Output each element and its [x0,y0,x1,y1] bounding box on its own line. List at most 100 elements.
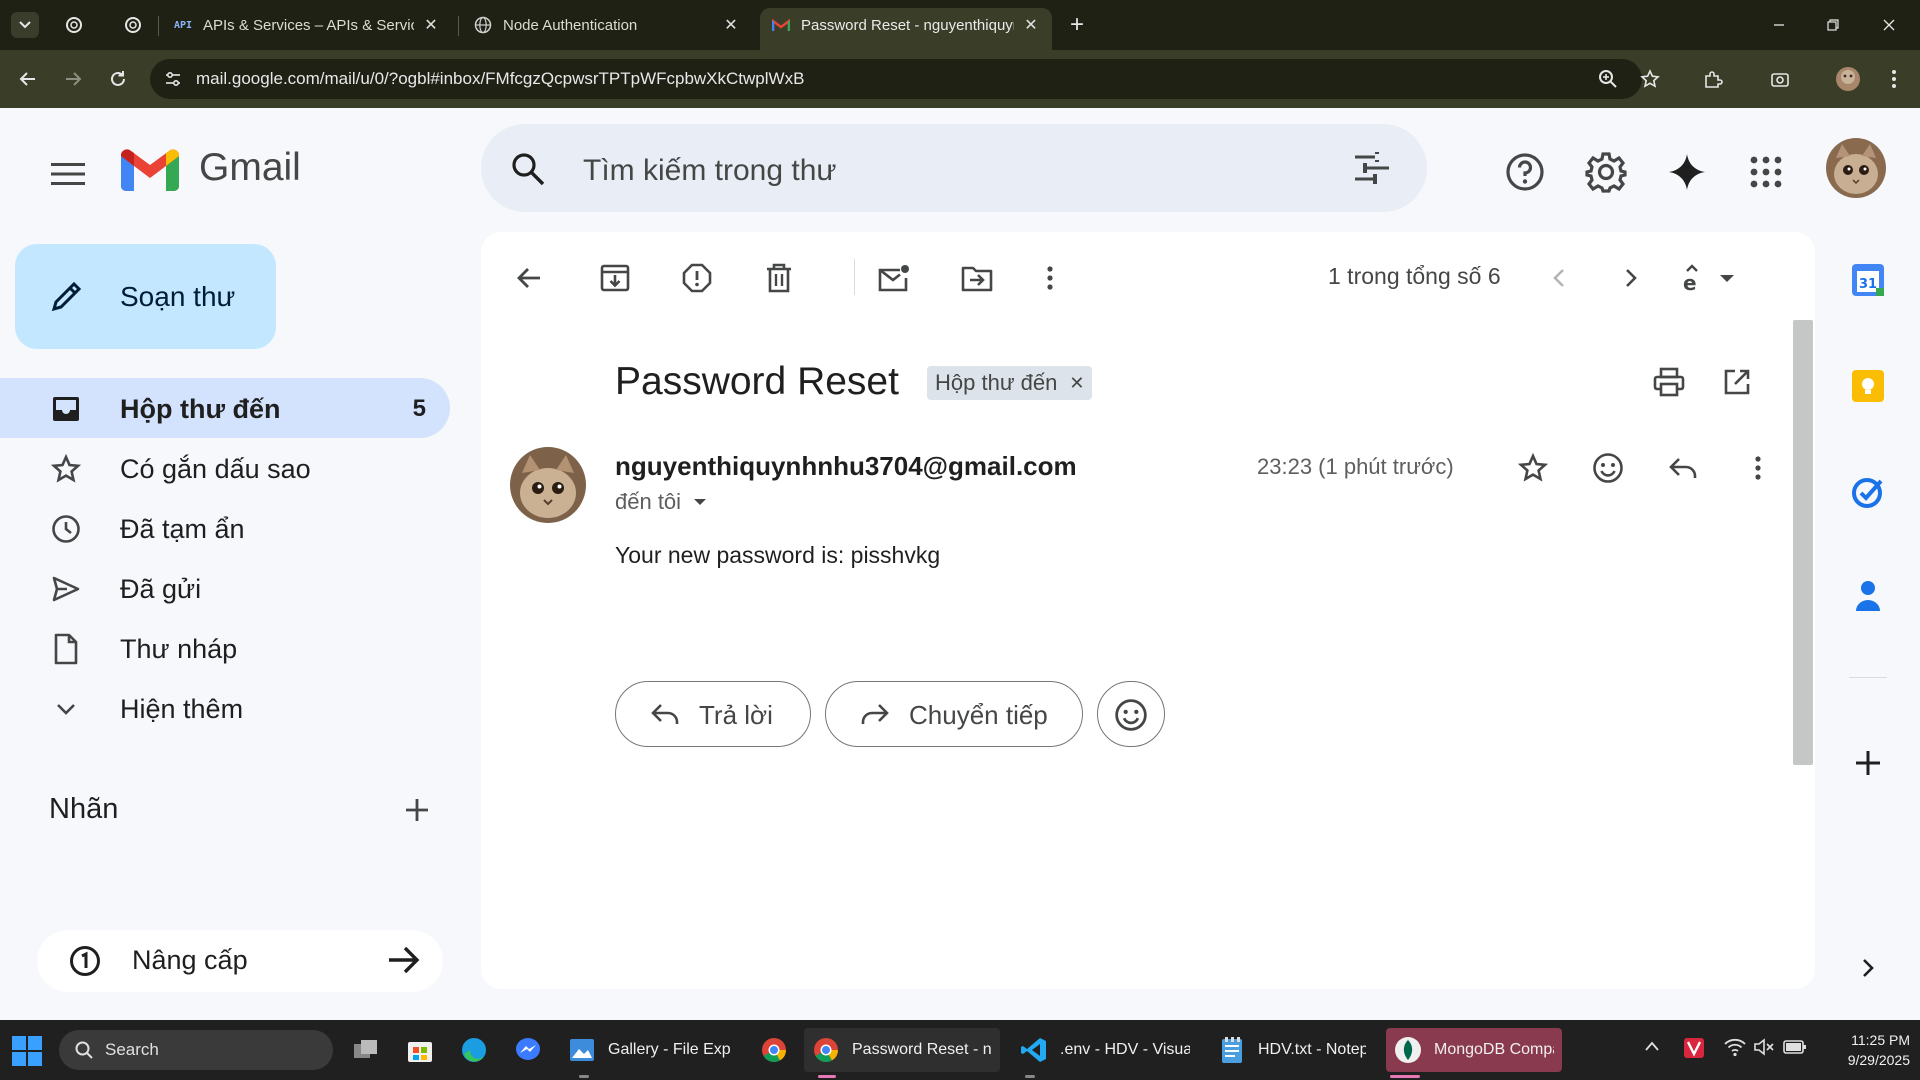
reload-button[interactable] [104,65,132,93]
keep-app-button[interactable] [1850,368,1886,404]
search-input[interactable]: Tìm kiếm trong thư [583,154,836,188]
restore-button[interactable] [1820,12,1846,38]
taskbar-app-gallery[interactable]: Gallery - File Explorer [560,1028,738,1072]
main-menu-button[interactable] [46,152,90,196]
calendar-app-button[interactable]: 31 [1850,262,1886,298]
more-actions-button[interactable] [1028,256,1072,300]
reaction-button[interactable] [1097,681,1165,747]
google-apps-button[interactable] [1742,148,1790,196]
report-spam-button[interactable] [675,256,719,300]
battery-icon[interactable] [1783,1038,1807,1056]
back-to-inbox-button[interactable] [507,256,551,300]
star-icon [1518,453,1548,482]
pencil-icon [49,278,85,314]
open-new-window-button[interactable] [1715,360,1759,404]
search-options-icon[interactable] [1355,152,1389,184]
contacts-icon [1856,581,1880,611]
message-scrollbar[interactable] [1793,320,1813,765]
nav-item-more[interactable]: Hiện thêm [0,678,450,738]
remove-label-icon[interactable]: ✕ [1069,373,1084,394]
upgrade-button[interactable]: Nâng cấp [37,930,443,992]
search-icon [75,1041,93,1059]
pinned-tab-chatgpt-2[interactable] [121,13,145,37]
start-button[interactable] [12,1036,42,1066]
taskbar-app-mongodb-compass[interactable]: MongoDB Compass [1386,1028,1562,1072]
settings-button[interactable] [1582,148,1630,196]
close-window-button[interactable] [1876,12,1902,38]
reply-button[interactable]: Trả lời [615,681,811,747]
task-view-button[interactable] [344,1028,400,1072]
taskbar-clock[interactable]: 11:25 PM 9/29/2025 [1820,1030,1910,1070]
move-to-button[interactable] [955,256,999,300]
taskbar-app-chrome-password-reset[interactable]: Password Reset - nguyenthiquynhnhu [804,1028,1000,1072]
message-more-button[interactable] [1736,446,1780,490]
tab-separator [458,16,459,36]
tab-node-authentication[interactable]: Node Authentication ✕ [462,8,752,42]
archive-button[interactable] [593,256,637,300]
bookmark-star-button[interactable] [1636,65,1664,93]
edge-button[interactable] [452,1028,508,1072]
mail-search-bar[interactable]: Tìm kiếm trong thư [481,124,1427,212]
recipient-details[interactable]: đến tôi [615,489,707,515]
print-all-button[interactable] [1647,360,1691,404]
new-tab-button[interactable]: + [1064,11,1090,38]
sender-email[interactable]: nguyenthiquynhnhu3704@gmail.com [615,451,1077,482]
taskbar-search[interactable]: Search [59,1030,333,1070]
pinned-tab-chatgpt[interactable] [62,13,86,37]
wifi-icon[interactable] [1724,1037,1746,1057]
back-button[interactable] [14,65,42,93]
input-tools-button[interactable]: e [1677,256,1739,300]
delete-button[interactable] [757,256,801,300]
mark-unread-button[interactable] [872,256,916,300]
nav-item-drafts[interactable]: Thư nháp [0,618,450,678]
chrome-button[interactable] [752,1028,808,1072]
tab-separator [158,16,159,36]
star-message-button[interactable] [1511,446,1555,490]
tab-password-reset[interactable]: Password Reset - nguyenthiquynhnhu ✕ [760,8,1052,50]
get-addons-button[interactable] [1850,745,1886,781]
older-button[interactable] [1609,256,1653,300]
close-icon[interactable]: ✕ [1022,16,1040,34]
help-button[interactable] [1501,148,1549,196]
gemini-button[interactable] [1663,148,1711,196]
tab-apis-services[interactable]: API APIs & Services – APIs & Services ✕ [162,8,452,42]
address-bar[interactable]: mail.google.com/mail/u/0/?ogbl#inbox/FMf… [150,59,1642,99]
sender-avatar[interactable] [510,447,586,523]
tasks-app-button[interactable] [1850,474,1886,510]
taskbar-app-notepad[interactable]: HDV.txt - Notepad [1210,1028,1374,1072]
zoom-icon[interactable] [1598,69,1618,89]
profile-avatar[interactable] [1834,65,1862,93]
newer-button[interactable] [1537,256,1581,300]
reply-icon-button[interactable] [1661,446,1705,490]
compose-button[interactable]: Soạn thư [15,244,276,349]
close-icon[interactable]: ✕ [422,16,440,34]
screenshot-button[interactable] [1766,65,1794,93]
site-info-icon[interactable] [164,70,182,88]
minimize-button[interactable] [1766,12,1792,38]
microsoft-store-button[interactable] [398,1028,454,1072]
messenger-button[interactable] [506,1028,562,1072]
add-reaction-button[interactable] [1586,446,1630,490]
contacts-app-button[interactable] [1850,578,1886,614]
search-icon[interactable] [511,152,545,186]
nav-item-sent[interactable]: Đã gửi [0,558,450,618]
browser-menu-button[interactable] [1880,65,1908,93]
add-label-button[interactable] [400,793,434,827]
account-avatar[interactable] [1826,138,1886,198]
show-side-panel-button[interactable] [1850,950,1886,986]
nav-item-inbox[interactable]: Hộp thư đến 5 [0,378,450,438]
forward-button[interactable]: Chuyển tiếp [825,681,1083,747]
taskbar-app-vscode[interactable]: .env - HDV - Visual Studio Code [1012,1028,1198,1072]
tab-search-button[interactable] [11,12,39,38]
gmail-wordmark[interactable]: Gmail [199,146,301,190]
forward-button[interactable] [59,65,87,93]
inbox-label-chip[interactable]: Hộp thư đến ✕ [927,366,1093,400]
extensions-button[interactable] [1699,65,1727,93]
volume-muted-icon[interactable] [1753,1037,1775,1057]
gmail-logo-icon[interactable] [121,148,179,192]
close-icon[interactable]: ✕ [722,16,740,34]
tray-app-icon[interactable] [1683,1037,1705,1059]
nav-item-starred[interactable]: Có gắn dấu sao [0,438,450,498]
nav-item-snoozed[interactable]: Đã tạm ẩn [0,498,450,558]
show-hidden-icons-button[interactable] [1644,1040,1660,1052]
